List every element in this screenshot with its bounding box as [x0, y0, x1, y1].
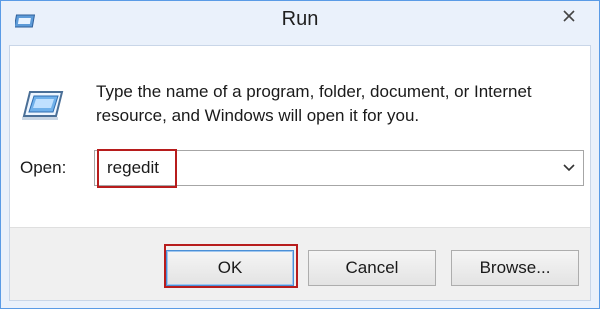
close-button[interactable]	[549, 4, 589, 32]
window-title: Run	[281, 8, 319, 30]
open-label: Open:	[20, 158, 67, 177]
run-program-icon	[20, 86, 66, 124]
open-input[interactable]	[95, 151, 555, 185]
open-combobox[interactable]	[94, 150, 584, 186]
dialog-description: Type the name of a program, folder, docu…	[96, 82, 532, 125]
chevron-down-icon[interactable]	[561, 160, 577, 176]
browse-button[interactable]: Browse...	[451, 250, 579, 286]
close-icon	[562, 9, 576, 28]
dialog-body: Type the name of a program, folder, docu…	[9, 45, 591, 301]
cancel-button[interactable]: Cancel	[308, 250, 436, 286]
ok-button[interactable]: OK	[166, 250, 294, 286]
title-bar: Run	[1, 1, 599, 46]
run-dialog: Run Type the name of a program, folder, …	[0, 0, 600, 309]
